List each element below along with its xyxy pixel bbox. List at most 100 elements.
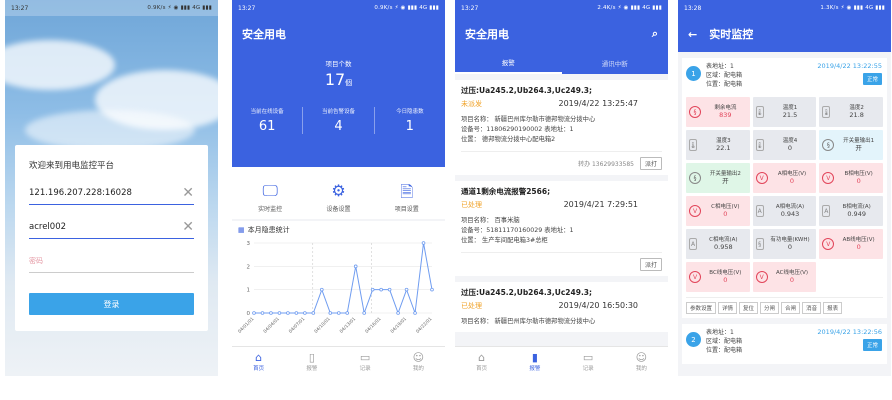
alarm-subtabs: 报警 通讯中断 [455,52,668,74]
sensor-tile[interactable]: 🌡 温度1 21.5 [752,97,817,127]
chart-icon: ▦ [238,226,245,234]
home-screen: 13:27 0.9K/s ⚡ ◉ ▮▮▮ 4G ▮▮▮ 安全用电 项目个数 17… [232,0,445,376]
sensor-tile[interactable]: § 有功电量(KWH) 0 [752,229,817,259]
device-action-button[interactable]: 分闸 [760,302,780,314]
sensor-tile[interactable]: § 开关量输出1 开 [819,130,883,160]
alarm-status: 已处理 [461,201,482,209]
tab-home[interactable]: ⌂ 首页 [455,347,508,376]
alarm-item[interactable]: 过压:Ua245.2,Ub264.3,Uc249.3; 已处理 2019/4/2… [455,282,668,332]
device-action-button[interactable]: 详情 [718,302,738,314]
sensor-tile[interactable]: V AB线电压(V) 0 [819,229,883,259]
stat-alarm[interactable]: 当前告警设备 4 [303,107,375,134]
x-tick-label: 04/01/01 [238,316,256,335]
status-badge: 正常 [862,73,882,85]
data-point [430,287,434,292]
x-tick-label: 04/10/01 [313,316,332,335]
dial-button[interactable]: 派打 [639,258,662,271]
status-indicators: 0.9K/s ⚡ ◉ ▮▮▮ 4G ▮▮▮ [147,5,212,11]
status-badge: 正常 [862,339,882,351]
y-tick-label: 3 [247,241,251,247]
status-indicators: 2.4K/s ⚡ ◉ ▮▮▮ 4G ▮▮▮ [597,5,662,11]
clear-icon[interactable]: ✕ [182,186,194,200]
home-icon: ⌂ [255,351,263,364]
tab-profile[interactable]: ☺ 我的 [615,347,668,376]
clear-icon[interactable]: ✕ [182,220,194,234]
device-action-button[interactable]: 参数设置 [686,302,717,314]
sensor-tile[interactable]: A A相电流(A) 0.943 [752,196,817,226]
y-tick-label: 0 [247,311,251,317]
alarm-item[interactable]: 过压:Ua245.2,Ub264.3,Uc249.3; 未派发 2019/4/2… [455,80,668,175]
sensor-icon: V [689,205,701,217]
sensor-tile[interactable]: 🌡 温度3 22.1 [686,130,750,160]
data-point [362,311,366,315]
sensor-icon: A [689,238,697,250]
data-point [370,287,375,292]
sensor-tile[interactable]: A C相电流(A) 0.958 [686,229,750,259]
tab-comm-interrupt[interactable]: 通讯中断 [562,52,669,74]
data-point [252,311,256,315]
tab-alarm[interactable]: ▯ 报警 [285,347,338,376]
sensor-tile[interactable]: 🌡 温度4 0 [752,130,817,160]
menu-project-settings[interactable]: 🗎 项目设置 [377,181,437,213]
summary-panel: 项目个数 17個 当前在线设备 61 当前告警设备 4 今日隐患数 1 [232,52,445,167]
alarm-item[interactable]: 通道1剩余电流报警2566; 已处理 2019/4/21 7:29:51 项目名… [455,181,668,276]
sensor-tile[interactable]: V B相电压(V) 0 [819,163,883,193]
series-line [254,242,433,315]
device-action-button[interactable]: 消音 [802,302,822,314]
data-point [328,311,333,315]
status-bar: 13:27 2.4K/s ⚡ ◉ ▮▮▮ 4G ▮▮▮ [455,0,668,16]
app-title: 安全用电 [242,28,286,41]
tab-profile[interactable]: ☺ 我的 [392,347,445,376]
data-point [303,311,307,315]
sensor-tile[interactable]: V C相电压(V) 0 [686,196,750,226]
sensor-tile[interactable]: V BC线电压(V) 0 [686,262,750,292]
menu-device-settings[interactable]: ⚙ 设备设置 [308,181,368,213]
tab-home[interactable]: ⌂ 首页 [232,347,285,376]
sensor-tile[interactable]: 🌡 温度2 21.8 [819,97,883,127]
login-button[interactable]: 登录 [29,293,194,315]
search-icon[interactable]: ⌕ [652,27,658,41]
login-screen: 13:27 0.9K/s ⚡ ◉ ▮▮▮ 4G ▮▮▮ 欢迎来到用电监控平台 1… [5,0,218,376]
menu-realtime-monitor[interactable]: 🖵 实时监控 [240,181,300,213]
sensor-tile[interactable]: V A相电压(V) 0 [752,163,817,193]
sensor-icon: V [689,271,701,283]
back-arrow-icon[interactable]: ← [688,28,697,41]
dial-button[interactable]: 派打 [639,157,662,170]
sensor-tile[interactable]: A B相电流(A) 0.949 [819,196,883,226]
alarm-time: 2019/4/20 16:50:30 [558,301,639,310]
records-icon: ▭ [582,351,594,364]
data-point [345,311,350,315]
server-field[interactable]: 121.196.207.228:16028 ✕ [29,181,194,205]
password-field[interactable]: 密码 [29,249,194,273]
hazard-line-chart: 0 1 2 3 04/01/01 04/04/01 04/07/01 04/10/01 04/1… [237,241,434,335]
data-point [269,311,273,315]
sensor-tile[interactable]: § 剩余电流 839 [686,97,750,127]
tab-records[interactable]: ▭ 记录 [339,347,392,376]
alarm-status: 已处理 [461,302,482,310]
tab-alarm[interactable]: 报警 [455,52,562,74]
stat-hazards[interactable]: 今日隐患数 1 [375,107,445,134]
app-title: 安全用电 [465,28,509,41]
username-field[interactable]: acrel002 ✕ [29,215,194,239]
data-point [311,311,316,315]
device-card: 1 表地址：1 区域：配电箱 位置：配电箱 2019/4/22 13:22:55… [682,58,887,318]
alarm-time: 2019/4/22 13:25:47 [558,99,639,108]
device-time: 2019/4/22 13:22:56 [817,328,882,336]
status-bar: 13:27 0.9K/s ⚡ ◉ ▮▮▮ 4G ▮▮▮ [232,0,445,16]
hazard-chart-card: ▦ 本月隐患统计 0 1 2 3 04/01/01 04/04/01 04/07/01 04/1… [232,221,445,347]
status-indicators: 0.9K/s ⚡ ◉ ▮▮▮ 4G ▮▮▮ [374,5,439,11]
sensor-tile[interactable]: § 开关量输出2 开 [686,163,750,193]
tab-alarm[interactable]: ▮ 报警 [508,347,561,376]
device-action-button[interactable]: 报表 [823,302,843,314]
sensor-icon: V [822,172,835,184]
sensor-tile[interactable]: V AC线电压(V) 0 [752,262,817,292]
data-point [277,311,282,315]
data-point [387,287,392,292]
device-action-button[interactable]: 合闸 [781,302,801,314]
data-point [404,287,409,292]
stat-online[interactable]: 当前在线设备 61 [232,107,304,134]
alarm-icon: ▮ [531,351,538,364]
home-icon: ⌂ [478,351,486,364]
device-action-button[interactable]: 复位 [739,302,759,314]
tab-records[interactable]: ▭ 记录 [562,347,615,376]
